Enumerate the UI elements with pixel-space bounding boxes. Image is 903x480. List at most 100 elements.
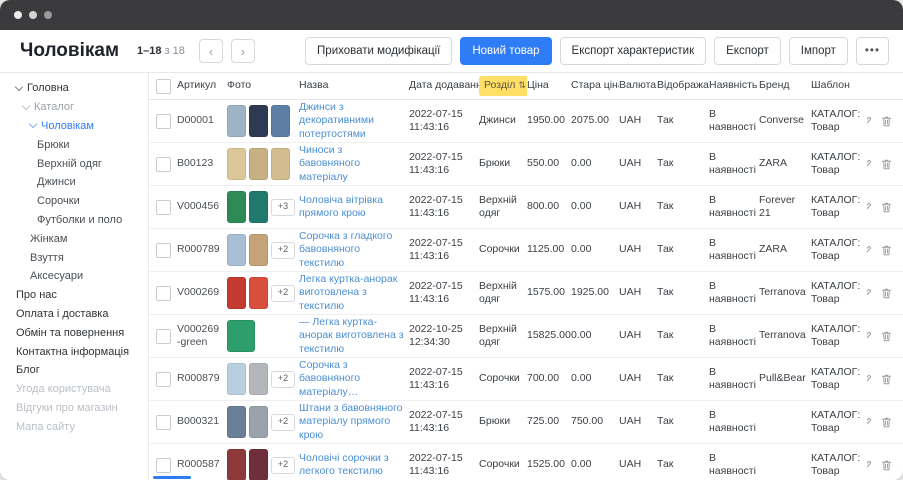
- delete-icon[interactable]: [880, 459, 893, 472]
- edit-icon[interactable]: [867, 115, 873, 128]
- edit-icon[interactable]: [867, 158, 873, 171]
- column-header-brand[interactable]: Бренд: [759, 79, 811, 92]
- product-thumbnail[interactable]: [249, 277, 268, 309]
- column-header-section[interactable]: Розділ⇅: [479, 76, 527, 95]
- product-thumbnail[interactable]: [249, 234, 268, 266]
- edit-icon[interactable]: [867, 459, 873, 472]
- product-thumbnail[interactable]: [227, 148, 246, 180]
- product-thumbnail[interactable]: [227, 277, 246, 309]
- row-checkbox[interactable]: [156, 329, 171, 344]
- row-checkbox[interactable]: [156, 415, 171, 430]
- product-name-link[interactable]: Легка куртка-анорак виготовлена з тексти…: [299, 273, 409, 312]
- horizontal-scrollbar[interactable]: [153, 476, 191, 479]
- import-button[interactable]: Імпорт: [789, 37, 848, 65]
- sidebar-item-outerwear[interactable]: Верхній одяг: [0, 154, 148, 173]
- sidebar-item-women[interactable]: Жінкам: [0, 229, 148, 248]
- sidebar-item-accessories[interactable]: Аксесуари: [0, 267, 148, 286]
- new-product-button[interactable]: Новий товар: [460, 37, 551, 65]
- product-thumbnail[interactable]: [227, 320, 255, 352]
- product-name-link[interactable]: Джинси з декоративними потертостями: [299, 101, 409, 140]
- column-header-date[interactable]: Дата додавання: [409, 79, 479, 92]
- product-thumbnail[interactable]: [227, 234, 246, 266]
- column-header-sku[interactable]: Артикул: [177, 79, 227, 92]
- delete-icon[interactable]: [880, 373, 893, 386]
- sidebar-item-user-agreement[interactable]: Угода користувача: [0, 380, 148, 399]
- product-name-link[interactable]: Чоловіча вітрівка прямого крою: [299, 194, 409, 220]
- row-checkbox[interactable]: [156, 286, 171, 301]
- sidebar-item-shirts[interactable]: Сорочки: [0, 192, 148, 211]
- sidebar-item-tshirts-polo[interactable]: Футболки и поло: [0, 211, 148, 230]
- product-thumbnail[interactable]: [227, 191, 246, 223]
- sidebar-item-pants[interactable]: Брюки: [0, 135, 148, 154]
- sidebar-item-exchange-return[interactable]: Обмін та повернення: [0, 323, 148, 342]
- edit-icon[interactable]: [867, 201, 873, 214]
- sidebar-item-contact-info[interactable]: Контактна інформація: [0, 342, 148, 361]
- column-header-photo[interactable]: Фото: [227, 79, 299, 92]
- hide-modifications-button[interactable]: Приховати модифікації: [305, 37, 452, 65]
- delete-icon[interactable]: [880, 201, 893, 214]
- row-checkbox[interactable]: [156, 458, 171, 473]
- window-control-dot[interactable]: [14, 11, 22, 19]
- more-photos-badge[interactable]: +3: [271, 199, 295, 216]
- edit-icon[interactable]: [867, 416, 873, 429]
- product-thumbnail[interactable]: [249, 363, 268, 395]
- delete-icon[interactable]: [880, 330, 893, 343]
- sidebar-item-about[interactable]: Про нас: [0, 286, 148, 305]
- select-all-checkbox[interactable]: [156, 79, 171, 94]
- sidebar-item-sitemap[interactable]: Мапа сайту: [0, 417, 148, 436]
- delete-icon[interactable]: [880, 416, 893, 429]
- product-name-link[interactable]: Сорочка з гладкого бавовняного текстилю: [299, 230, 409, 269]
- product-name-link[interactable]: Штани з бавовняного матеріалу прямого кр…: [299, 402, 409, 441]
- row-checkbox[interactable]: [156, 114, 171, 129]
- sidebar-item-blog[interactable]: Блог: [0, 361, 148, 380]
- window-control-dot[interactable]: [44, 11, 52, 19]
- edit-icon[interactable]: [867, 330, 873, 343]
- more-photos-badge[interactable]: +2: [271, 285, 295, 302]
- product-thumbnail[interactable]: [271, 148, 290, 180]
- row-checkbox[interactable]: [156, 243, 171, 258]
- product-thumbnail[interactable]: [227, 363, 246, 395]
- sidebar-item-store-reviews[interactable]: Відгуки про магазин: [0, 399, 148, 418]
- more-photos-badge[interactable]: +2: [271, 242, 295, 259]
- product-name-link[interactable]: Сорочка з бавовняного матеріалу притален…: [299, 359, 409, 398]
- delete-icon[interactable]: [880, 115, 893, 128]
- delete-icon[interactable]: [880, 158, 893, 171]
- more-photos-badge[interactable]: +2: [271, 457, 295, 474]
- sidebar-item-men[interactable]: Чоловікам: [0, 117, 148, 136]
- more-photos-badge[interactable]: +2: [271, 371, 295, 388]
- column-header-currency[interactable]: Валюта: [619, 79, 657, 92]
- product-thumbnail[interactable]: [249, 148, 268, 180]
- sidebar-item-jeans[interactable]: Джинси: [0, 173, 148, 192]
- product-thumbnail[interactable]: [227, 449, 246, 480]
- product-thumbnail[interactable]: [249, 449, 268, 480]
- more-actions-button[interactable]: •••: [856, 37, 889, 65]
- column-header-price[interactable]: Ціна: [527, 79, 571, 92]
- export-button[interactable]: Експорт: [714, 37, 781, 65]
- column-header-availability[interactable]: Наявність: [709, 79, 759, 92]
- product-thumbnail[interactable]: [249, 191, 268, 223]
- column-header-old-price[interactable]: Стара ціна: [571, 79, 619, 92]
- column-header-template[interactable]: Шаблон: [811, 79, 867, 92]
- edit-icon[interactable]: [867, 244, 873, 257]
- product-name-link[interactable]: Чоловічі сорочки з легкого текстилю: [299, 452, 409, 478]
- next-page-button[interactable]: ›: [231, 39, 255, 63]
- sidebar-item-payment-delivery[interactable]: Оплата і доставка: [0, 305, 148, 324]
- product-thumbnail[interactable]: [227, 105, 246, 137]
- delete-icon[interactable]: [880, 287, 893, 300]
- column-header-display[interactable]: Відображати: [657, 79, 709, 92]
- row-checkbox[interactable]: [156, 200, 171, 215]
- product-thumbnail[interactable]: [249, 105, 268, 137]
- delete-icon[interactable]: [880, 244, 893, 257]
- sidebar-item-catalog[interactable]: Каталог: [0, 98, 148, 117]
- edit-icon[interactable]: [867, 287, 873, 300]
- export-characteristics-button[interactable]: Експорт характеристик: [560, 37, 707, 65]
- sidebar-item-shoes[interactable]: Взуття: [0, 248, 148, 267]
- window-control-dot[interactable]: [29, 11, 37, 19]
- product-name-link[interactable]: — Легка куртка-анорак виготовлена з текс…: [299, 316, 409, 355]
- column-header-name[interactable]: Назва: [299, 79, 409, 92]
- product-thumbnail[interactable]: [227, 406, 246, 438]
- sort-icon[interactable]: ⇅: [518, 80, 526, 91]
- product-name-link[interactable]: Чиноси з бавовняного матеріалу: [299, 144, 409, 183]
- product-thumbnail[interactable]: [271, 105, 290, 137]
- row-checkbox[interactable]: [156, 372, 171, 387]
